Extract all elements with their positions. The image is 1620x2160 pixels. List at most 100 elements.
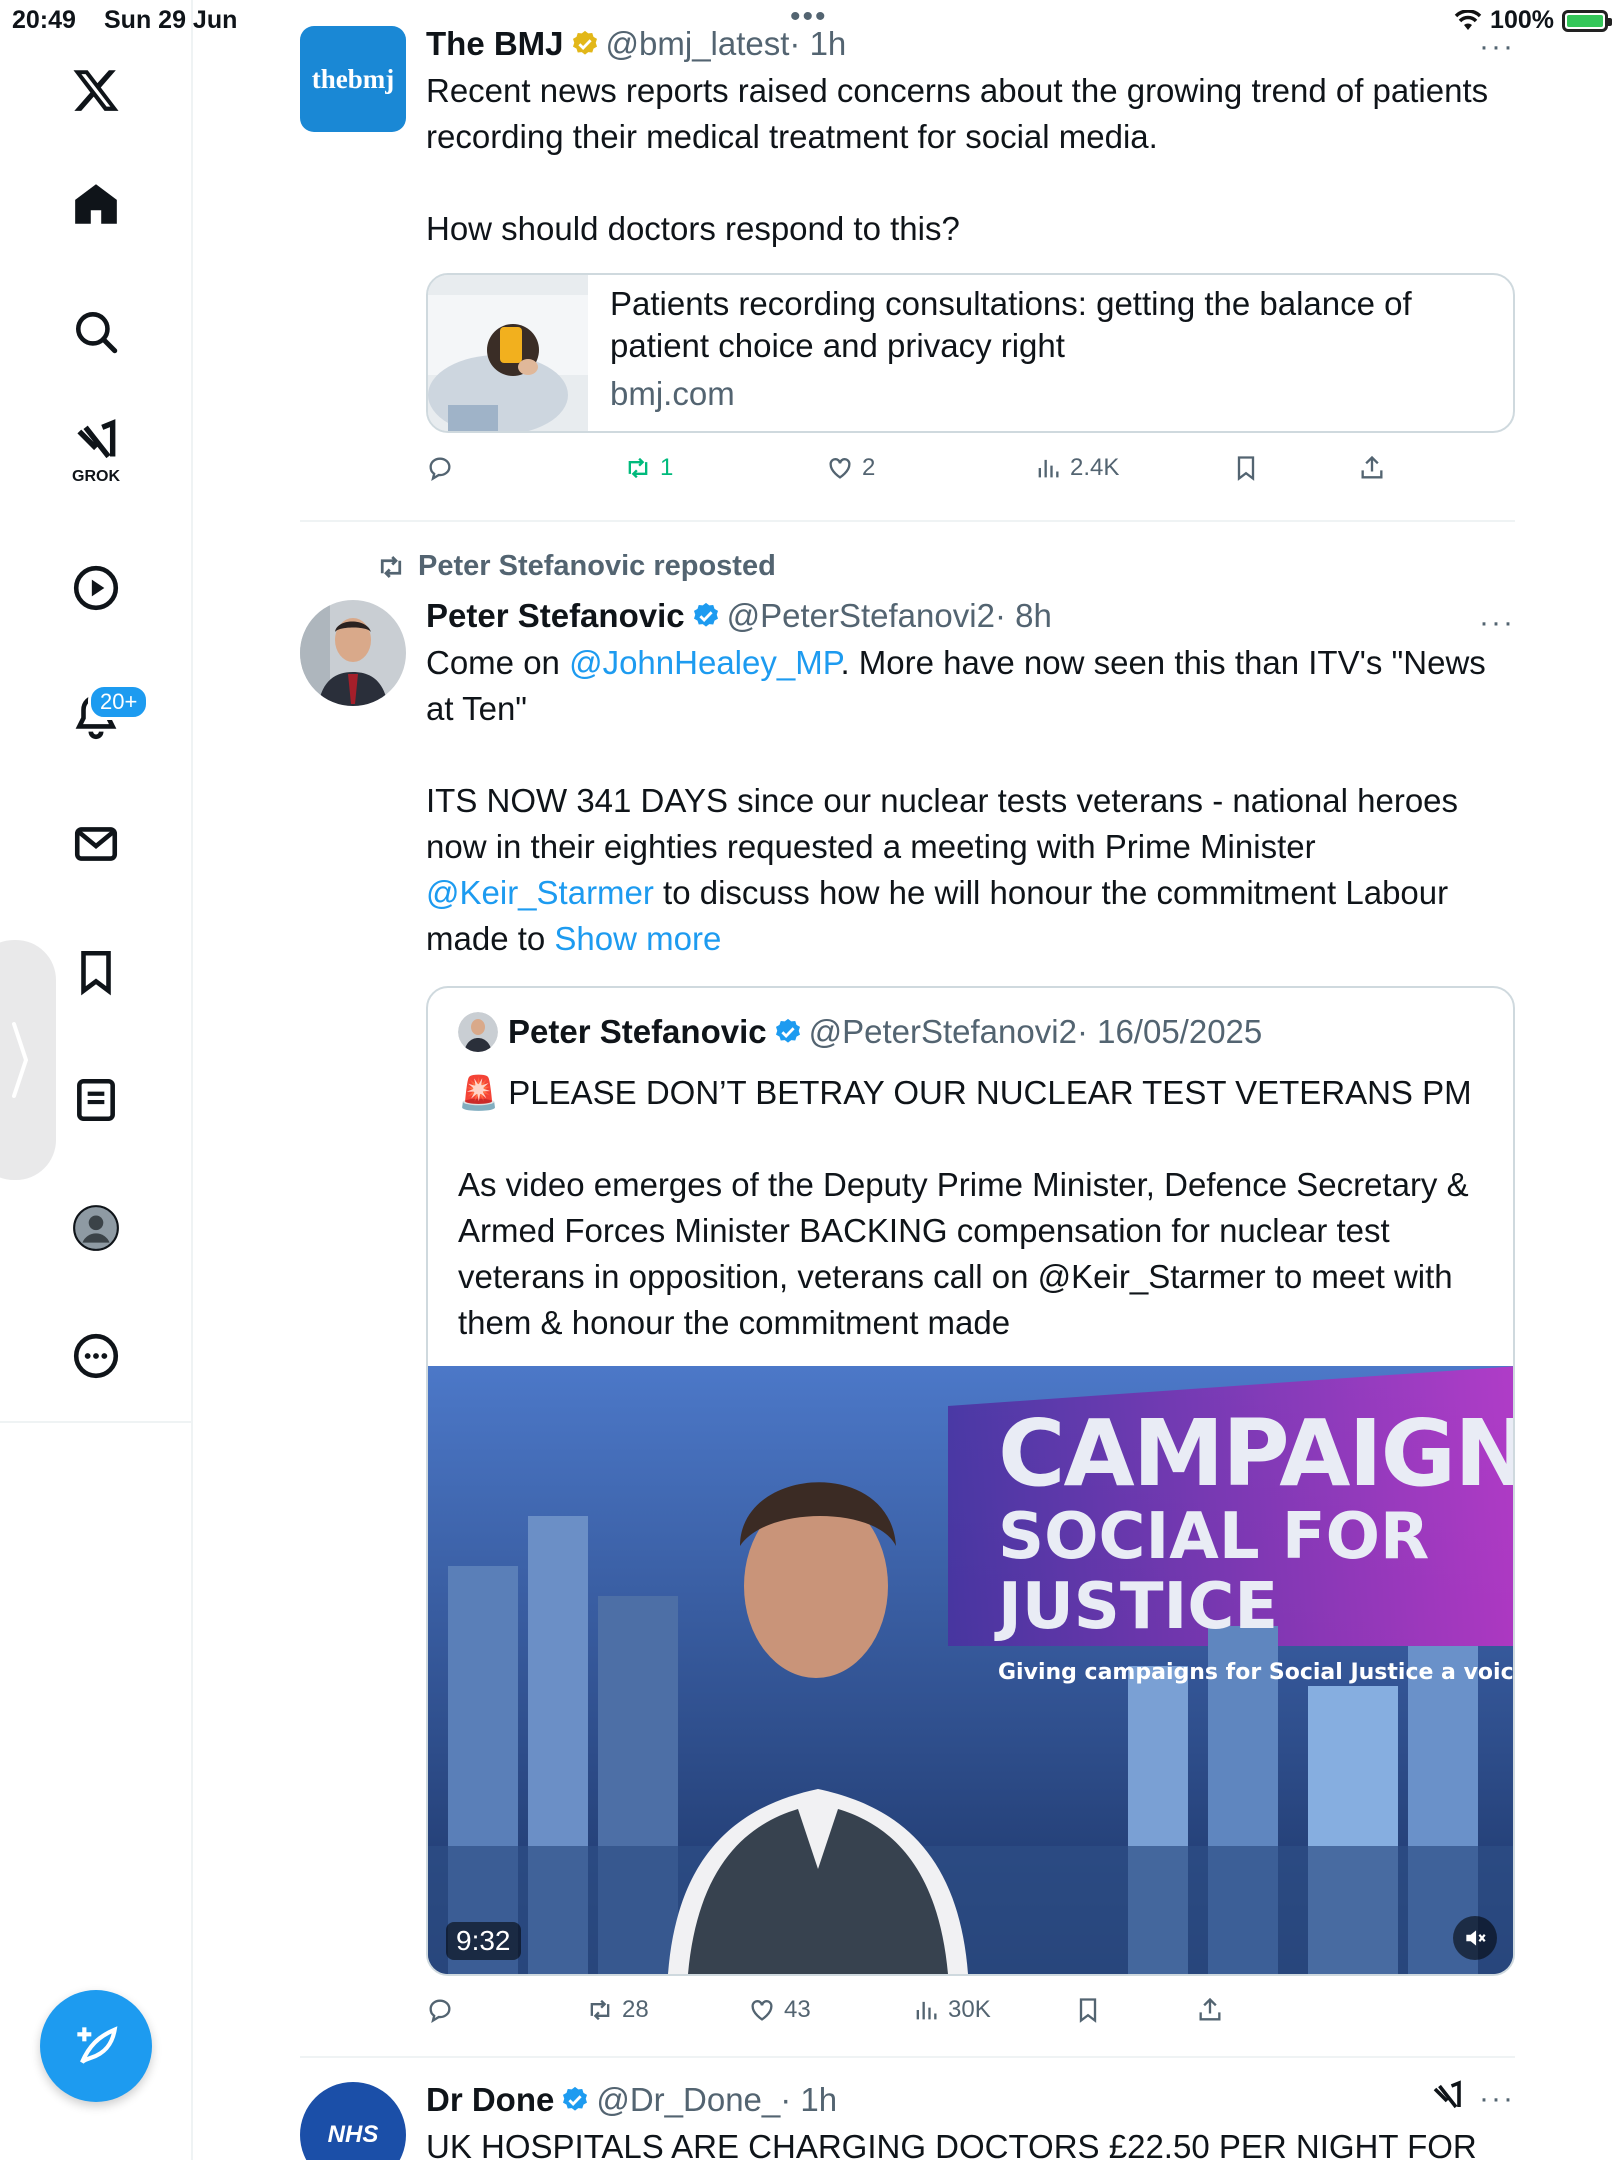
compose-feather-icon xyxy=(77,2026,118,2064)
repost-icon xyxy=(628,457,648,479)
repost-count: 1 xyxy=(660,454,674,481)
views-count: 30K xyxy=(948,1996,991,2023)
tweet-paragraph: Recent news reports raised concerns abou… xyxy=(426,72,1489,155)
tweet-header: Peter Stefanovic @PeterStefanovi2 · 8h xyxy=(426,596,1515,636)
peter-avatar[interactable] xyxy=(300,600,406,706)
reply-button[interactable] xyxy=(426,1996,462,2024)
tweet-time[interactable]: · 1h xyxy=(789,24,846,64)
bookmark-icon xyxy=(1079,1998,1097,2023)
bookmark-icon xyxy=(1237,456,1255,481)
banner-line-3: Giving campaigns for Social Justice a vo… xyxy=(998,1660,1513,1685)
views-button[interactable]: 30K xyxy=(912,1996,991,2024)
home-icon[interactable] xyxy=(62,170,130,238)
tweet-dr-done[interactable]: NHS Dr Done @Dr_Done_ · 1h ··· UK HOSPIT… xyxy=(300,2080,1515,2160)
mute-button[interactable] xyxy=(1453,1916,1497,1960)
tweet-header: Dr Done @Dr_Done_ · 1h xyxy=(426,2080,1515,2120)
tweet-paragraph: ITS NOW 341 DAYS since our nuclear tests… xyxy=(426,778,1515,962)
grok-label: GROK xyxy=(72,468,120,485)
search-icon[interactable] xyxy=(62,298,130,366)
tweet-body: Dr Done @Dr_Done_ · 1h ··· UK HOSPITALS … xyxy=(426,2080,1515,2160)
repost-button[interactable]: 1 xyxy=(624,454,673,482)
tweet-header: The BMJ @bmj_latest · 1h xyxy=(426,24,1515,64)
share-button[interactable] xyxy=(1358,454,1386,482)
tweet-text: UK HOSPITALS ARE CHARGING DOCTORS £22.50… xyxy=(426,2128,1477,2160)
speaker-muted-icon xyxy=(1466,1930,1486,1946)
author-name[interactable]: The BMJ xyxy=(426,24,564,64)
quoted-tweet[interactable]: Peter Stefanovic @PeterStefanovi2 · 16/0… xyxy=(426,986,1515,1976)
reply-button[interactable] xyxy=(426,454,462,482)
tweet-more-options[interactable]: ··· xyxy=(1479,2082,1515,2116)
author-handle[interactable]: @Dr_Done_ xyxy=(596,2080,780,2120)
like-count: 2 xyxy=(862,454,876,481)
quote-author-avatar[interactable] xyxy=(458,1012,498,1052)
repost-icon xyxy=(590,1999,610,2021)
repost-indicator[interactable]: Peter Stefanovic reposted xyxy=(376,550,776,583)
views-button[interactable]: 2.4K xyxy=(1034,454,1119,482)
tweet-paragraph: Come on @JohnHealey_MP. More have now se… xyxy=(426,640,1515,732)
tweet-actions: 1 2 2.4K xyxy=(426,454,1515,494)
author-name[interactable]: Dr Done xyxy=(426,2080,554,2120)
like-button[interactable]: 2 xyxy=(826,454,875,482)
mention-link[interactable]: @JohnHealey_MP xyxy=(569,644,840,681)
views-count: 2.4K xyxy=(1070,454,1120,481)
lists-icon[interactable] xyxy=(62,1066,130,1134)
campaign-banner: CAMPAIGN SOCIAL FOR JUSTICE Giving campa… xyxy=(998,1400,1513,1686)
author-name[interactable]: Peter Stefanovic xyxy=(426,596,685,636)
heart-icon xyxy=(829,458,851,479)
heart-icon xyxy=(751,2000,773,2021)
text-span: ITS NOW 341 DAYS since our nuclear tests… xyxy=(426,782,1459,865)
tweet-time[interactable]: · 1h xyxy=(780,2080,837,2120)
share-button[interactable] xyxy=(1196,1996,1224,2024)
verified-blue-badge-icon xyxy=(693,602,718,627)
like-count: 43 xyxy=(784,1996,811,2023)
tweet-time[interactable]: · 8h xyxy=(995,596,1052,636)
more-icon[interactable] xyxy=(62,1322,130,1390)
tweet-more-options[interactable]: ··· xyxy=(1479,30,1515,64)
bookmark-button[interactable] xyxy=(1074,1996,1102,2024)
views-chart-icon xyxy=(916,2001,937,2020)
profile-avatar-icon[interactable] xyxy=(62,1194,130,1262)
author-handle[interactable]: @PeterStefanovi2 xyxy=(727,596,995,636)
tweet-divider xyxy=(300,520,1515,522)
notifications-badge: 20+ xyxy=(88,684,150,720)
messages-icon[interactable] xyxy=(62,810,130,878)
card-title: Patients recording consultations: gettin… xyxy=(610,285,1412,364)
card-domain: bmj.com xyxy=(610,375,735,412)
side-panel-handle[interactable] xyxy=(0,940,56,1180)
reply-icon xyxy=(429,457,451,481)
video-player[interactable]: CAMPAIGN SOCIAL FOR JUSTICE Giving campa… xyxy=(428,1366,1513,1974)
tweet-bmj[interactable]: thebmj The BMJ @bmj_latest · 1h ··· Rece… xyxy=(300,24,1515,494)
mention-link[interactable]: @Keir_Starmer xyxy=(426,874,654,911)
verified-blue-badge-icon xyxy=(563,2086,588,2111)
card-thumbnail xyxy=(428,275,588,431)
bmj-avatar[interactable]: thebmj xyxy=(300,26,406,132)
tweet-more-options[interactable]: ··· xyxy=(1479,606,1515,640)
bookmarks-icon[interactable] xyxy=(62,938,130,1006)
like-button[interactable]: 43 xyxy=(748,1996,811,2024)
author-handle[interactable]: @bmj_latest xyxy=(606,24,790,64)
repost-button[interactable]: 28 xyxy=(586,1996,649,2024)
link-card[interactable]: Patients recording consultations: gettin… xyxy=(426,273,1515,433)
verified-gold-badge-icon xyxy=(572,30,597,55)
quote-paragraph: As video emerges of the Deputy Prime Min… xyxy=(458,1166,1469,1341)
quote-author-handle[interactable]: @PeterStefanovi2 xyxy=(809,1013,1077,1051)
banner-line-1: CAMPAIGN xyxy=(998,1400,1513,1507)
dr-done-avatar[interactable]: NHS xyxy=(300,2082,406,2160)
bookmark-button[interactable] xyxy=(1232,454,1260,482)
tweet-actions: 28 43 30K xyxy=(426,1996,1515,2036)
grok-explain-icon[interactable] xyxy=(1429,2080,1465,2116)
share-icon xyxy=(1199,1997,1221,2021)
video-duration: 9:32 xyxy=(446,1922,521,1960)
tweet-peter-stefanovic[interactable]: Peter Stefanovic reposted Peter Stefanov… xyxy=(300,546,1515,2034)
tweet-divider xyxy=(300,2056,1515,2058)
tweet-paragraph: How should doctors respond to this? xyxy=(426,210,960,247)
video-icon[interactable] xyxy=(62,554,130,622)
quote-author-name[interactable]: Peter Stefanovic xyxy=(508,1013,767,1051)
compose-button[interactable] xyxy=(40,1990,152,2102)
grok-icon[interactable]: GROK xyxy=(62,418,130,486)
x-logo-icon[interactable] xyxy=(62,56,130,124)
show-more-link[interactable]: Show more xyxy=(554,920,721,957)
text-span: Come on xyxy=(426,644,570,681)
tweet-text: Recent news reports raised concerns abou… xyxy=(426,68,1515,252)
repost-icon xyxy=(380,555,402,578)
